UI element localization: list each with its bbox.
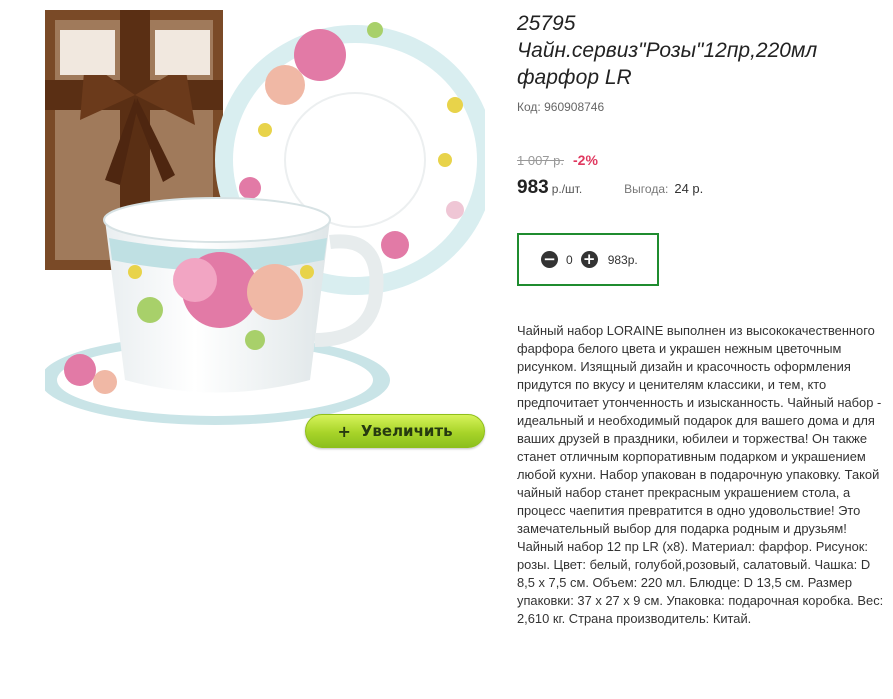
discount-badge: -2% <box>573 152 598 168</box>
tea-set-illustration <box>45 10 485 425</box>
product-code-value: 960908746 <box>544 100 605 114</box>
zoom-button-label: Увеличить <box>360 422 453 440</box>
product-description: Чайный набор LORAINE выполнен из высокок… <box>517 323 884 626</box>
current-price: 983 <box>517 177 549 198</box>
plus-icon: + <box>337 421 351 441</box>
zoom-button[interactable]: + Увеличить <box>305 414 485 448</box>
product-image[interactable] <box>45 10 485 447</box>
savings-label: Выгода: <box>624 182 669 196</box>
quantity-value[interactable]: 0 <box>566 253 573 267</box>
product-code: Код: 960908746 <box>517 100 604 114</box>
minus-circle-icon[interactable]: − <box>541 251 558 268</box>
product-title-line2: фарфор LR <box>517 66 632 89</box>
product-article: 25795 <box>517 12 576 35</box>
product-code-label: Код: <box>517 100 541 114</box>
plus-circle-icon[interactable]: + <box>580 251 598 268</box>
savings-value: 24 р. <box>674 181 704 196</box>
product-title-line1: Чайн.сервиз"Розы"12пр,220мл <box>517 39 818 62</box>
price-row: 983 р./шт. Выгода: 24 р. <box>517 177 703 199</box>
quantity-stepper: − 0 + 983р. <box>517 233 659 286</box>
quantity-total: 983р. <box>607 252 638 267</box>
old-price: 1 007 р. <box>517 153 564 168</box>
price-unit: р./шт. <box>551 182 583 196</box>
product-title: 25795 Чайн.сервиз"Розы"12пр,220мл фарфор… <box>517 10 887 91</box>
old-price-row: 1 007 р. -2% <box>517 152 598 168</box>
